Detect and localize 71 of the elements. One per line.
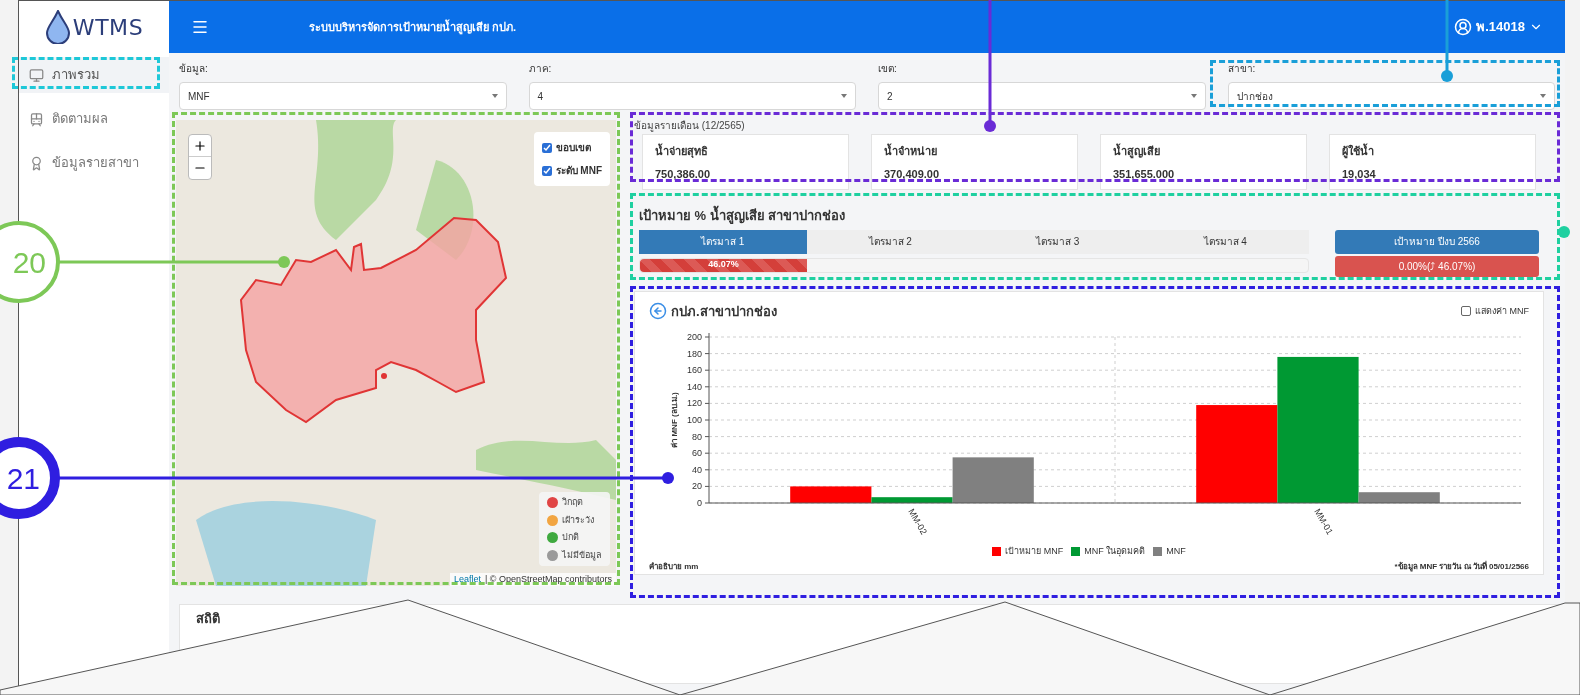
stat-value: 351,655.000 xyxy=(1113,166,1176,182)
dropdown-caret-icon xyxy=(841,94,847,98)
sidebar-icon xyxy=(29,111,44,127)
menu-button[interactable] xyxy=(191,18,209,36)
plus-icon xyxy=(193,138,207,153)
dropdown-caret-icon xyxy=(491,94,498,98)
filter-label: เขต: xyxy=(878,62,898,76)
stat-label: น้ำจำหน่าย xyxy=(884,143,938,159)
logo-text: WTMS xyxy=(72,13,144,42)
card-title: สถิติ xyxy=(196,611,220,626)
y-axis-label: ค่า MNF (ลบ.ม.) xyxy=(670,392,679,448)
app-title: ระบบบริหารจัดการเป้าหมายน้ำสูญเสีย กปภ. xyxy=(309,18,517,36)
filter-dropdown[interactable]: MNF xyxy=(179,82,507,110)
stat-label: ผู้ใช้น้ำ xyxy=(1342,143,1375,160)
checkbox[interactable] xyxy=(1461,306,1471,317)
filter-label: ข้อมูล: xyxy=(179,62,209,76)
layer-label: ระดับ MNF xyxy=(555,164,602,178)
legend-label: MNF xyxy=(1166,545,1186,558)
section-title: เป้าหมาย % น้ำสูญเสีย สาขาปากช่อง xyxy=(634,206,1544,226)
filter-label: ภาค: xyxy=(528,62,553,76)
dropdown-caret-icon xyxy=(1540,94,1546,98)
legend-label: วิกฤต xyxy=(562,496,583,509)
panel-title: กปภ.สาขาปากช่อง xyxy=(671,302,777,321)
y-tick-label: 160 xyxy=(686,365,702,376)
y-tick-label: 20 xyxy=(692,481,702,492)
legend-label: ปกติ xyxy=(562,531,579,544)
stat-label: น้ำจ่ายสุทธิ xyxy=(655,143,709,160)
toggle-label: แสดงค่า MNF xyxy=(1475,304,1529,318)
y-tick-label: 0 xyxy=(697,498,702,508)
chart-note: คำอธิบาย mm xyxy=(649,560,699,573)
stat-label: น้ำสูญเสีย xyxy=(1113,143,1161,160)
checkbox[interactable] xyxy=(541,142,552,153)
sidebar-icon xyxy=(29,155,44,171)
back-icon[interactable] xyxy=(649,302,667,321)
user-menu[interactable]: พ.14018 xyxy=(1454,17,1543,37)
filter-label: สาขา: xyxy=(1227,62,1257,76)
chart-note: *ข้อมูล MNF รายวัน ณ วันที่ 05/01/2566 xyxy=(1394,560,1529,573)
target-year-button[interactable]: เป้าหมาย ปีงบ 2566 xyxy=(1335,229,1539,254)
progress-fill: 46.07% xyxy=(640,258,807,272)
target-result: 0.00%(⤴ 46.07%) xyxy=(1335,255,1539,277)
user-avatar-icon xyxy=(1454,18,1473,36)
stat-value: 750,386.00 xyxy=(655,166,712,182)
stat-value: 370,409.00 xyxy=(884,166,941,182)
map-attribution: | © OpenStreetMap contributors xyxy=(484,572,612,586)
y-tick-label: 120 xyxy=(686,398,702,409)
checkbox[interactable] xyxy=(541,165,552,176)
quarter-tab[interactable]: ไตรมาส 1 xyxy=(639,229,807,254)
layer-label: ขอบเขต xyxy=(555,141,591,155)
attribution-link[interactable]: Leaflet xyxy=(453,572,481,586)
y-tick-label: 60 xyxy=(692,448,702,459)
sidebar-icon xyxy=(29,67,44,83)
section-title: ข้อมูลรายเดือน (12/2565) xyxy=(634,120,746,132)
legend-label: MNF ในอุดมคติ xyxy=(1084,545,1146,559)
sidebar-item[interactable]: ภาพรวม xyxy=(19,57,169,93)
legend-label: เป้าหมาย MNF xyxy=(1005,545,1064,558)
filter-dropdown[interactable]: ปากช่อง xyxy=(1227,82,1555,110)
y-tick-label: 180 xyxy=(686,348,702,359)
y-tick-label: 100 xyxy=(686,415,702,425)
y-tick-label: 80 xyxy=(692,431,702,442)
map[interactable]: ขอบเขต ระดับ MNF วิกฤต เฝ้าระวัง ปกติ ไม่มีข้อมูล Leaflet | © OpenStreetMap contributors xyxy=(176,120,616,586)
stat-value: 19,034 xyxy=(1342,166,1377,182)
dropdown-caret-icon xyxy=(1190,94,1197,98)
legend-label: ไม่มีข้อมูล xyxy=(562,548,602,562)
water-drop-icon xyxy=(44,10,71,44)
filter-dropdown[interactable]: 4 xyxy=(528,82,856,110)
y-tick-label: 140 xyxy=(686,381,702,392)
legend-label: เฝ้าระวัง xyxy=(562,513,594,527)
leader-dot xyxy=(1558,226,1570,238)
y-tick-label: 40 xyxy=(692,464,702,475)
filter-dropdown[interactable]: 2 xyxy=(878,82,1206,110)
y-tick-label: 200 xyxy=(686,332,702,342)
